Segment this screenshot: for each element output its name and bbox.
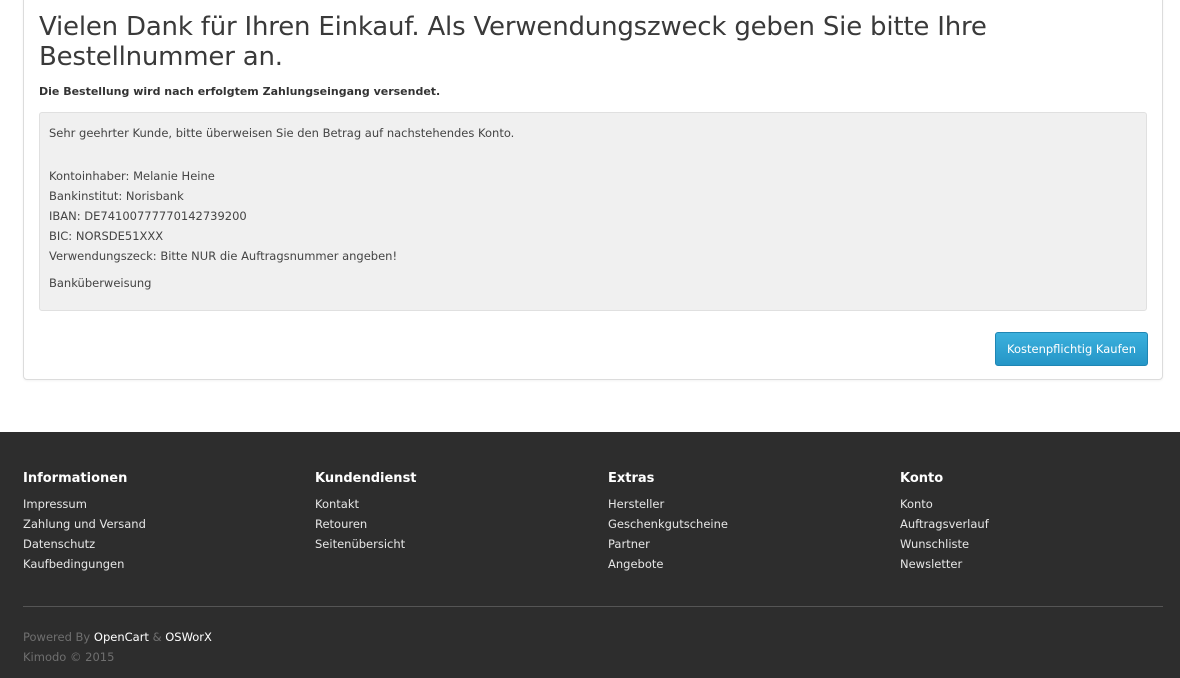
footer-heading: Konto bbox=[900, 471, 944, 486]
powered-by-ampersand: & bbox=[152, 630, 162, 644]
footer-link-partner[interactable]: Partner bbox=[608, 537, 650, 551]
footer-link-kaufbedingungen[interactable]: Kaufbedingungen bbox=[23, 557, 124, 571]
iban: IBAN: DE74100777770142739200 bbox=[49, 209, 247, 223]
footer-link-gutscheine[interactable]: Geschenkgutscheine bbox=[608, 517, 728, 531]
bank-intro-text: Sehr geehrter Kunde, bitte überweisen Si… bbox=[49, 126, 515, 140]
footer-heading: Informationen bbox=[23, 471, 128, 486]
buy-button[interactable]: Kostenpflichtig Kaufen bbox=[995, 332, 1148, 366]
powered-by-prefix: Powered By bbox=[23, 630, 91, 644]
footer-column-kundendienst: Kundendienst Kontakt Retouren Seitenüber… bbox=[315, 471, 417, 554]
site-footer: Informationen Impressum Zahlung und Vers… bbox=[0, 432, 1180, 678]
footer-link-hersteller[interactable]: Hersteller bbox=[608, 497, 664, 511]
footer-column-konto: Konto Konto Auftragsverlauf Wunschliste … bbox=[900, 471, 989, 574]
account-holder: Kontoinhaber: Melanie Heine bbox=[49, 169, 215, 183]
footer-column-informationen: Informationen Impressum Zahlung und Vers… bbox=[23, 471, 146, 574]
bank-transfer-instructions: Sehr geehrter Kunde, bitte überweisen Si… bbox=[39, 112, 1147, 311]
bank-name: Bankinstitut: Norisbank bbox=[49, 189, 184, 203]
footer-link-angebote[interactable]: Angebote bbox=[608, 557, 663, 571]
shipping-note: Die Bestellung wird nach erfolgtem Zahlu… bbox=[39, 85, 441, 98]
bic: BIC: NORSDE51XXX bbox=[49, 229, 164, 243]
checkout-success-panel: Vielen Dank für Ihren Einkauf. Als Verwe… bbox=[23, 0, 1163, 380]
payment-method-label: Banküberweisung bbox=[49, 276, 152, 290]
footer-heading: Extras bbox=[608, 471, 655, 486]
footer-column-extras: Extras Hersteller Geschenkgutscheine Par… bbox=[608, 471, 728, 574]
payment-reference-note: Verwendungszeck: Bitte NUR die Auftragsn… bbox=[49, 249, 398, 263]
copyright: Kimodo © 2015 bbox=[23, 650, 115, 664]
footer-link-konto[interactable]: Konto bbox=[900, 497, 933, 511]
page-title: Vielen Dank für Ihren Einkauf. Als Verwe… bbox=[39, 12, 987, 72]
footer-link-datenschutz[interactable]: Datenschutz bbox=[23, 537, 95, 551]
footer-link-zahlung-versand[interactable]: Zahlung und Versand bbox=[23, 517, 146, 531]
bank-details: Kontoinhaber: Melanie Heine Bankinstitut… bbox=[49, 166, 397, 266]
footer-heading: Kundendienst bbox=[315, 471, 417, 486]
footer-divider bbox=[23, 606, 1163, 607]
opencart-link[interactable]: OpenCart bbox=[94, 630, 149, 644]
footer-link-sitemap[interactable]: Seitenübersicht bbox=[315, 537, 405, 551]
footer-link-retouren[interactable]: Retouren bbox=[315, 517, 367, 531]
footer-link-wunschliste[interactable]: Wunschliste bbox=[900, 537, 969, 551]
osworx-link[interactable]: OSWorX bbox=[165, 630, 212, 644]
powered-by: Powered By OpenCart & OSWorX bbox=[23, 630, 212, 644]
footer-link-auftragsverlauf[interactable]: Auftragsverlauf bbox=[900, 517, 989, 531]
footer-link-impressum[interactable]: Impressum bbox=[23, 497, 87, 511]
footer-link-newsletter[interactable]: Newsletter bbox=[900, 557, 962, 571]
footer-link-kontakt[interactable]: Kontakt bbox=[315, 497, 359, 511]
